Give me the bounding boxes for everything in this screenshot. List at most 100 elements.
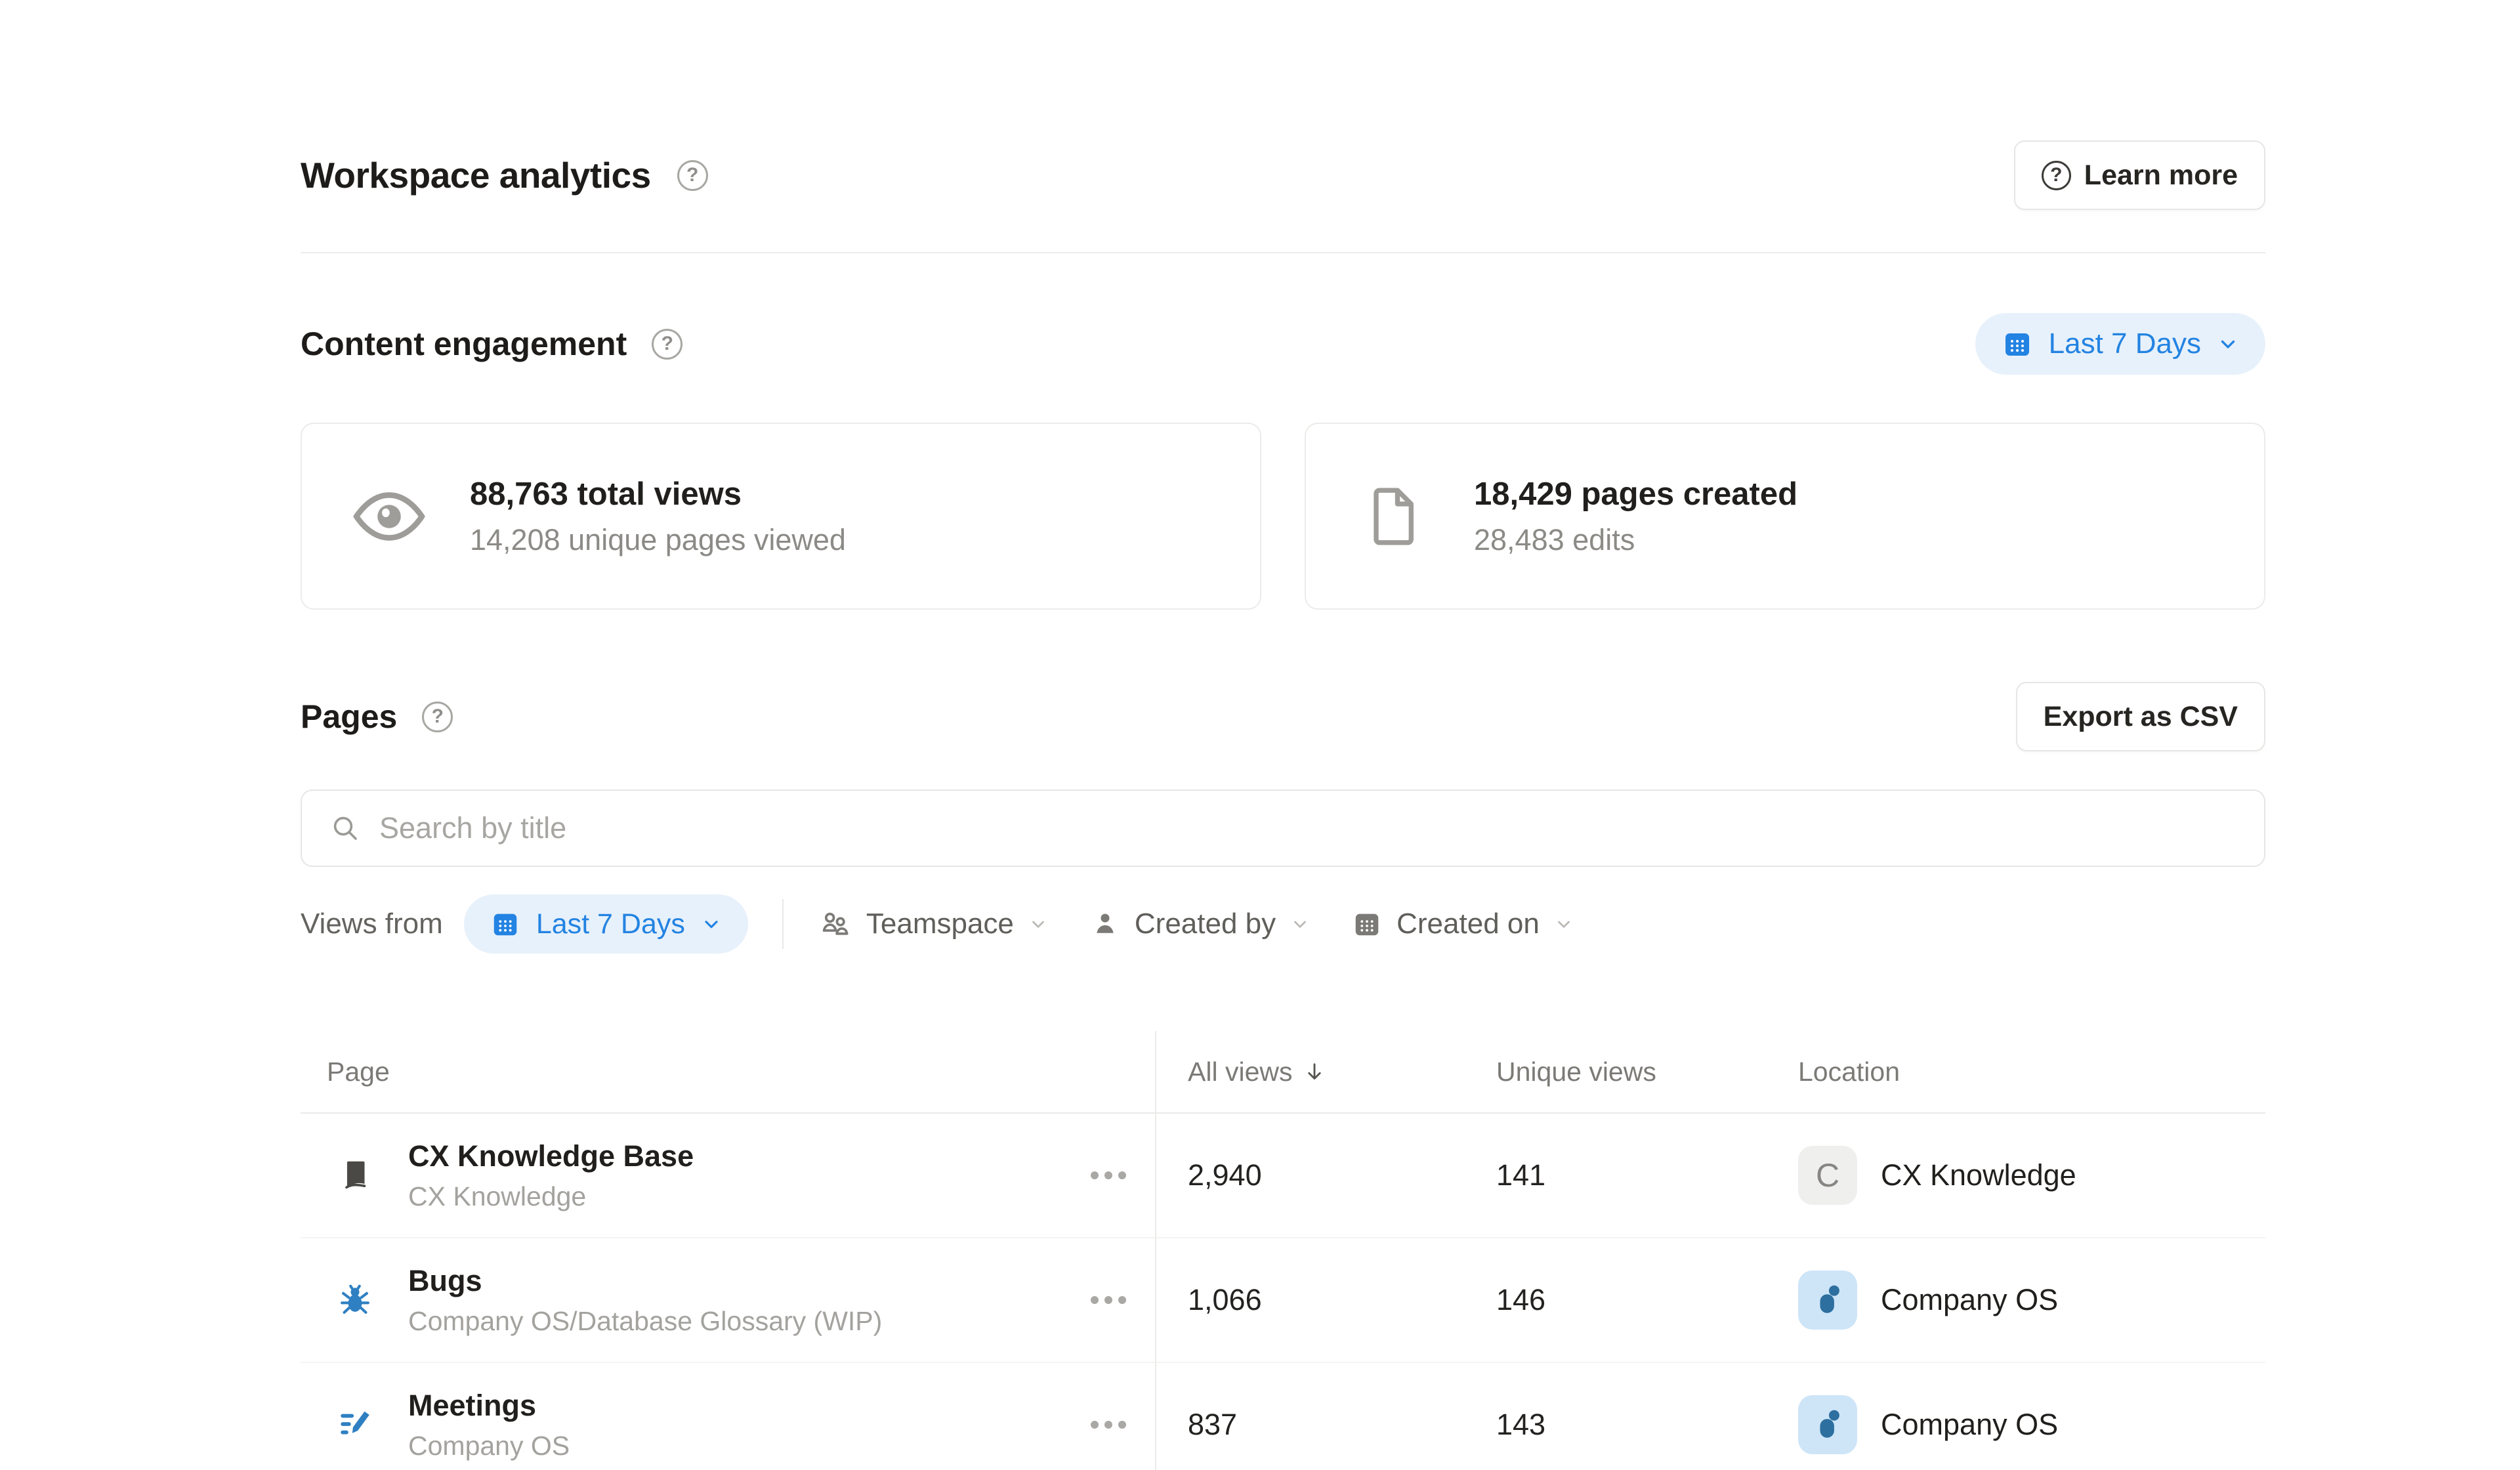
location-label: Company OS bbox=[1881, 1283, 2058, 1317]
unique-views-cell: 146 bbox=[1463, 1283, 1765, 1317]
created-by-label: Created by bbox=[1135, 908, 1276, 940]
pages-created-card: 18,429 pages created 28,483 edits bbox=[1305, 423, 2265, 610]
date-range-dropdown[interactable]: Last 7 Days bbox=[1975, 313, 2265, 375]
question-circle-icon: ? bbox=[2042, 161, 2071, 190]
page-title-block: Meetings Company OS bbox=[408, 1389, 570, 1461]
location-cell[interactable]: Company OS bbox=[1765, 1270, 2265, 1330]
person-icon bbox=[1090, 909, 1120, 939]
created-by-filter[interactable]: Created by bbox=[1090, 908, 1310, 940]
company-os-logo-icon bbox=[1798, 1270, 1857, 1330]
total-views-card: 88,763 total views 14,208 unique pages v… bbox=[301, 423, 1261, 610]
stat-cards: 88,763 total views 14,208 unique pages v… bbox=[301, 423, 2265, 610]
content-engagement-title-wrap: Content engagement ? bbox=[301, 325, 682, 363]
all-views-cell: 1,066 bbox=[1155, 1283, 1463, 1317]
learn-more-label: Learn more bbox=[2084, 159, 2238, 192]
teamspace-filter[interactable]: Teamspace bbox=[818, 907, 1048, 941]
more-options-button[interactable] bbox=[1091, 1171, 1126, 1179]
more-options-button[interactable] bbox=[1091, 1296, 1126, 1304]
pages-title-wrap: Pages ? bbox=[301, 698, 453, 736]
location-cell[interactable]: C CX Knowledge bbox=[1765, 1146, 2265, 1205]
pages-created-text: 18,429 pages created 28,483 edits bbox=[1474, 476, 1797, 557]
chevron-down-icon bbox=[2217, 333, 2239, 355]
edits-value: 28,483 edits bbox=[1474, 523, 1797, 557]
calendar-icon bbox=[2002, 328, 2033, 360]
export-csv-button[interactable]: Export as CSV bbox=[2016, 682, 2265, 751]
search-bar[interactable] bbox=[301, 789, 2265, 867]
search-input[interactable] bbox=[379, 811, 2236, 845]
sort-descending-icon bbox=[1303, 1060, 1326, 1083]
table-header-row: Page All views Unique views Location bbox=[301, 1031, 2265, 1114]
content-engagement-title: Content engagement bbox=[301, 325, 627, 363]
chevron-down-icon bbox=[1290, 914, 1310, 934]
total-views-value: 88,763 total views bbox=[470, 476, 846, 513]
help-icon[interactable]: ? bbox=[422, 702, 453, 732]
unique-views-cell: 143 bbox=[1463, 1408, 1765, 1442]
meetings-icon bbox=[335, 1406, 375, 1444]
views-date-range-label: Last 7 Days bbox=[536, 908, 685, 940]
page-row-title: Meetings bbox=[408, 1389, 570, 1423]
pages-section-header: Pages ? Export as CSV bbox=[301, 682, 2265, 751]
page-title-block: CX Knowledge Base CX Knowledge bbox=[408, 1139, 694, 1212]
created-on-label: Created on bbox=[1396, 908, 1540, 940]
page-cell: Bugs Company OS/Database Glossary (WIP) bbox=[301, 1264, 1155, 1337]
eye-icon bbox=[349, 476, 429, 556]
learn-more-button[interactable]: ? Learn more bbox=[2014, 140, 2265, 210]
page-cell: CX Knowledge Base CX Knowledge bbox=[301, 1139, 1155, 1212]
column-header-page[interactable]: Page bbox=[301, 1057, 1155, 1087]
c-monogram-icon: C bbox=[1798, 1146, 1857, 1205]
bug-icon bbox=[335, 1281, 375, 1319]
page-title: Workspace analytics bbox=[301, 154, 651, 196]
all-views-cell: 837 bbox=[1155, 1408, 1463, 1442]
pages-table: Page All views Unique views Location bbox=[301, 1031, 2265, 1470]
page-header: Workspace analytics ? ? Learn more bbox=[301, 140, 2265, 210]
page-row-title: Bugs bbox=[408, 1264, 882, 1298]
filter-separator bbox=[782, 899, 784, 949]
views-date-range-dropdown[interactable]: Last 7 Days bbox=[464, 894, 748, 954]
workspace-analytics-page: Workspace analytics ? ? Learn more Conte… bbox=[301, 140, 2265, 1470]
chevron-down-icon bbox=[701, 914, 722, 934]
export-csv-label: Export as CSV bbox=[2044, 701, 2238, 733]
document-icon bbox=[1353, 482, 1433, 551]
company-os-logo-icon bbox=[1798, 1395, 1857, 1454]
page-cell: Meetings Company OS bbox=[301, 1389, 1155, 1461]
page-row-subtitle: CX Knowledge bbox=[408, 1181, 694, 1212]
views-from-label: Views from bbox=[301, 908, 443, 940]
header-divider bbox=[301, 252, 2265, 253]
page-title-block: Bugs Company OS/Database Glossary (WIP) bbox=[408, 1264, 882, 1337]
column-header-location[interactable]: Location bbox=[1765, 1057, 2265, 1087]
filter-row: Views from Last 7 Days bbox=[301, 894, 2265, 954]
column-header-all-views[interactable]: All views bbox=[1155, 1057, 1463, 1087]
page-title-wrap: Workspace analytics ? bbox=[301, 154, 708, 196]
location-cell[interactable]: Company OS bbox=[1765, 1395, 2265, 1454]
calendar-icon bbox=[490, 909, 520, 939]
chevron-down-icon bbox=[1028, 914, 1048, 934]
page-row-subtitle: Company OS bbox=[408, 1431, 570, 1461]
help-icon[interactable]: ? bbox=[652, 329, 682, 360]
table-row[interactable]: Bugs Company OS/Database Glossary (WIP) … bbox=[301, 1238, 2265, 1363]
location-label: Company OS bbox=[1881, 1408, 2058, 1442]
unique-pages-viewed-value: 14,208 unique pages viewed bbox=[470, 523, 846, 557]
calendar-icon bbox=[1352, 909, 1382, 939]
more-options-button[interactable] bbox=[1091, 1421, 1126, 1429]
all-views-cell: 2,940 bbox=[1155, 1158, 1463, 1192]
table-row[interactable]: Meetings Company OS 837 143 Company OS bbox=[301, 1363, 2265, 1470]
table-row[interactable]: CX Knowledge Base CX Knowledge 2,940 141… bbox=[301, 1114, 2265, 1238]
content-engagement-header: Content engagement ? Last 7 Days bbox=[301, 313, 2265, 375]
page-row-subtitle: Company OS/Database Glossary (WIP) bbox=[408, 1306, 882, 1337]
book-icon bbox=[335, 1156, 375, 1194]
unique-views-cell: 141 bbox=[1463, 1158, 1765, 1192]
date-range-label: Last 7 Days bbox=[2049, 327, 2201, 360]
teamspace-label: Teamspace bbox=[866, 908, 1014, 940]
search-icon bbox=[329, 812, 361, 844]
total-views-text: 88,763 total views 14,208 unique pages v… bbox=[470, 476, 846, 557]
teamspace-icon bbox=[818, 907, 852, 941]
column-header-unique-views[interactable]: Unique views bbox=[1463, 1057, 1765, 1087]
help-icon[interactable]: ? bbox=[677, 160, 708, 191]
created-on-filter[interactable]: Created on bbox=[1352, 908, 1574, 940]
page-row-title: CX Knowledge Base bbox=[408, 1139, 694, 1173]
table-column-divider bbox=[1155, 1031, 1156, 1470]
pages-created-value: 18,429 pages created bbox=[1474, 476, 1797, 513]
chevron-down-icon bbox=[1554, 914, 1574, 934]
location-label: CX Knowledge bbox=[1881, 1158, 2076, 1192]
pages-title: Pages bbox=[301, 698, 397, 736]
